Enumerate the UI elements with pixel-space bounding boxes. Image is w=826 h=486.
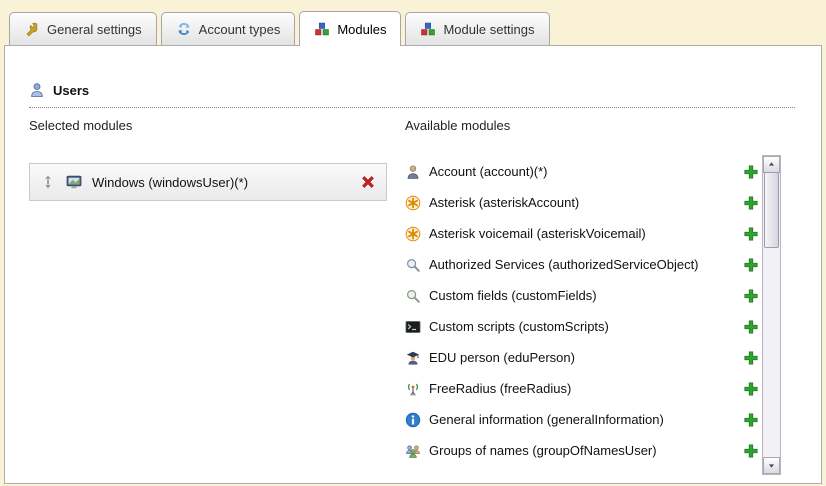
tab-label: General settings bbox=[47, 22, 142, 37]
available-module-label: EDU person (eduPerson) bbox=[429, 350, 735, 365]
add-module-button[interactable] bbox=[743, 195, 759, 211]
available-modules-header: Available modules bbox=[405, 118, 510, 133]
custom-fields-icon bbox=[405, 288, 421, 304]
group-icon bbox=[405, 443, 421, 459]
user-icon bbox=[29, 82, 45, 98]
available-module-label: Asterisk (asteriskAccount) bbox=[429, 195, 735, 210]
available-module-row: Custom scripts (customScripts) bbox=[405, 311, 759, 342]
tab-label: Modules bbox=[337, 22, 386, 37]
available-modules-list: Account (account)(*) Asterisk (asteriskA… bbox=[405, 156, 759, 466]
asterisk-voicemail-icon bbox=[405, 226, 421, 242]
users-section-header: Users bbox=[29, 82, 795, 108]
asterisk-icon bbox=[405, 195, 421, 211]
add-module-button[interactable] bbox=[743, 443, 759, 459]
available-module-label: FreeRadius (freeRadius) bbox=[429, 381, 735, 396]
edu-person-icon bbox=[405, 350, 421, 366]
section-title: Users bbox=[53, 83, 89, 98]
arrow-up-icon bbox=[767, 160, 776, 169]
add-module-button[interactable] bbox=[743, 319, 759, 335]
modules-panel: Users Selected modules Available modules… bbox=[4, 45, 822, 484]
add-module-button[interactable] bbox=[743, 381, 759, 397]
selected-modules-list: Windows (windowsUser)(*) bbox=[29, 163, 387, 201]
tab-modules[interactable]: Modules bbox=[299, 11, 401, 46]
windows-icon bbox=[66, 174, 82, 190]
lam-configuration-page: General settings Account types Modules M… bbox=[0, 0, 826, 486]
available-module-label: Custom scripts (customScripts) bbox=[429, 319, 735, 334]
available-module-label: General information (generalInformation) bbox=[429, 412, 735, 427]
move-handle-icon[interactable] bbox=[40, 174, 56, 190]
account-icon bbox=[405, 164, 421, 180]
available-module-row: Authorized Services (authorizedServiceOb… bbox=[405, 249, 759, 280]
available-module-row: FreeRadius (freeRadius) bbox=[405, 373, 759, 404]
available-module-row: General information (generalInformation) bbox=[405, 404, 759, 435]
available-module-label: Asterisk voicemail (asteriskVoicemail) bbox=[429, 226, 735, 241]
account-types-icon bbox=[176, 21, 192, 37]
add-module-button[interactable] bbox=[743, 350, 759, 366]
add-module-button[interactable] bbox=[743, 288, 759, 304]
selected-module-row[interactable]: Windows (windowsUser)(*) bbox=[29, 163, 387, 201]
scroll-down-button[interactable] bbox=[763, 457, 780, 474]
available-module-label: Account (account)(*) bbox=[429, 164, 735, 179]
info-icon bbox=[405, 412, 421, 428]
available-module-row: Custom fields (customFields) bbox=[405, 280, 759, 311]
scrollbar-thumb[interactable] bbox=[764, 172, 779, 248]
available-module-row: Account (account)(*) bbox=[405, 156, 759, 187]
module-settings-icon bbox=[420, 21, 436, 37]
selected-module-label: Windows (windowsUser)(*) bbox=[92, 175, 350, 190]
tab-module-settings[interactable]: Module settings bbox=[405, 12, 549, 45]
available-module-row: Groups of names (groupOfNamesUser) bbox=[405, 435, 759, 466]
custom-scripts-icon bbox=[405, 319, 421, 335]
settings-tabbar: General settings Account types Modules M… bbox=[9, 11, 554, 46]
add-module-button[interactable] bbox=[743, 257, 759, 273]
available-module-label: Authorized Services (authorizedServiceOb… bbox=[429, 257, 735, 272]
freeradius-icon bbox=[405, 381, 421, 397]
available-modules-scrollbar[interactable] bbox=[762, 155, 781, 475]
add-module-button[interactable] bbox=[743, 412, 759, 428]
authorized-services-icon bbox=[405, 257, 421, 273]
remove-module-button[interactable] bbox=[360, 174, 376, 190]
tools-icon bbox=[24, 21, 40, 37]
scroll-up-button[interactable] bbox=[763, 156, 780, 173]
modules-icon bbox=[314, 21, 330, 37]
available-module-label: Custom fields (customFields) bbox=[429, 288, 735, 303]
available-module-row: EDU person (eduPerson) bbox=[405, 342, 759, 373]
available-module-row: Asterisk (asteriskAccount) bbox=[405, 187, 759, 218]
tab-label: Module settings bbox=[443, 22, 534, 37]
arrow-down-icon bbox=[767, 461, 776, 470]
add-module-button[interactable] bbox=[743, 164, 759, 180]
tab-account-types[interactable]: Account types bbox=[161, 12, 296, 45]
selected-modules-header: Selected modules bbox=[29, 118, 132, 133]
add-module-button[interactable] bbox=[743, 226, 759, 242]
available-module-row: Asterisk voicemail (asteriskVoicemail) bbox=[405, 218, 759, 249]
available-module-label: Groups of names (groupOfNamesUser) bbox=[429, 443, 735, 458]
tab-general-settings[interactable]: General settings bbox=[9, 12, 157, 45]
tab-label: Account types bbox=[199, 22, 281, 37]
